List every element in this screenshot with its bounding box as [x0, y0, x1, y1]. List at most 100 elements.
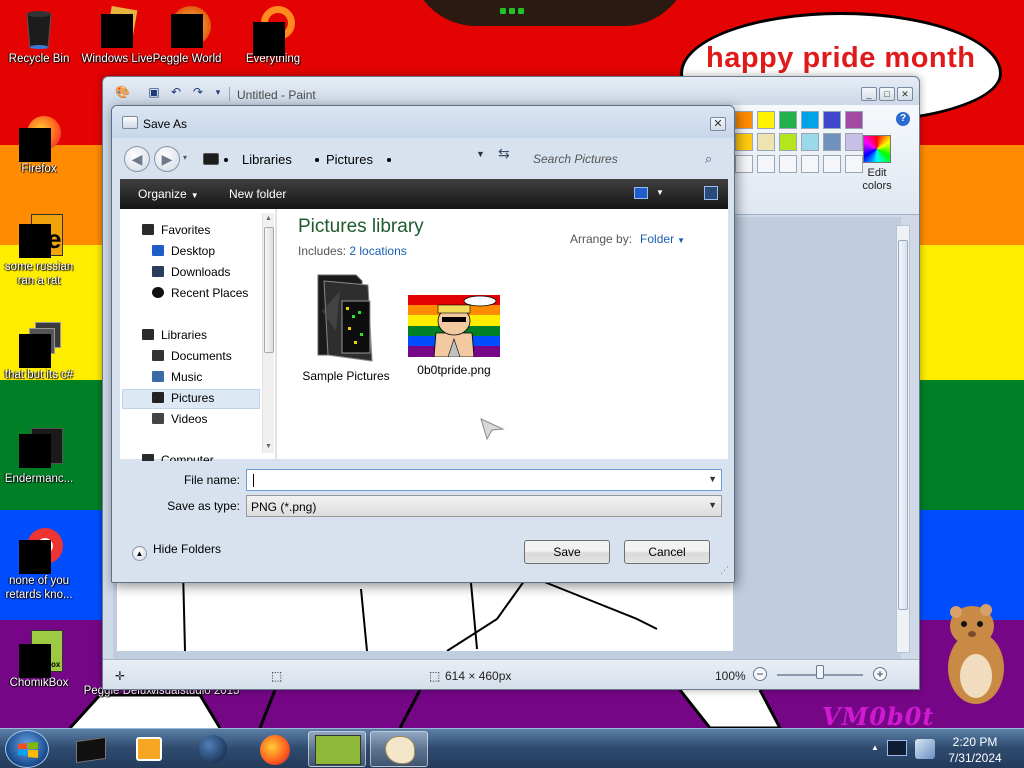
save-as-type-dropdown-icon[interactable]: ▼	[708, 500, 717, 510]
nav-item-recent-places[interactable]: Recent Places	[152, 286, 248, 300]
breadcrumb-pictures[interactable]: Pictures	[326, 152, 373, 167]
image-size-icon: ⬚	[429, 669, 441, 683]
search-icon[interactable]: ⌕	[705, 151, 712, 167]
color-swatch[interactable]	[757, 111, 775, 129]
paint-title-bar: 🎨 ▣ ↶ ↷ ▾ Untitled - Paint _ □ ✕	[103, 77, 919, 103]
nav-item-music[interactable]: Music	[152, 370, 202, 384]
color-swatch[interactable]	[735, 111, 753, 129]
edit-colors-button[interactable]: Edit colors	[855, 135, 899, 193]
desktop-icon-chomikbox[interactable]: ox ChomikBox	[0, 630, 78, 690]
recent-pages-chevron-icon[interactable]: ▾	[183, 153, 187, 162]
nav-item-desktop[interactable]: Desktop	[152, 244, 215, 258]
paint-app-icon[interactable]: 🎨	[115, 85, 130, 99]
network-icon[interactable]	[887, 740, 907, 756]
desktop-icon-recycle-bin[interactable]: Recycle Bin	[0, 6, 78, 66]
save-button[interactable]: Save	[524, 540, 610, 564]
resize-grip-icon[interactable]: ⋰	[720, 565, 729, 576]
redo-icon[interactable]: ↷	[191, 85, 205, 99]
color-swatch[interactable]	[801, 111, 819, 129]
quick-save-icon[interactable]: ▣	[147, 85, 161, 99]
desktop-icon-firefox[interactable]: Firefox	[0, 116, 78, 176]
vertical-scrollbar[interactable]	[896, 225, 910, 653]
desktop-icon-everything[interactable]: Everything	[234, 6, 312, 66]
file-name-dropdown-icon[interactable]: ▼	[708, 474, 717, 484]
taskbar-app-paint[interactable]	[370, 731, 428, 767]
dialog-close-button[interactable]: ✕	[710, 117, 726, 131]
minimize-button[interactable]: _	[861, 87, 877, 101]
empty-color-swatch[interactable]	[757, 155, 775, 173]
address-bar[interactable]: Libraries Pictures	[195, 145, 515, 173]
file-item-sample-pictures[interactable]: Sample Pictures	[291, 271, 401, 383]
taskbar-app-firefox[interactable]	[246, 731, 304, 767]
dialog-help-icon[interactable]	[704, 186, 718, 200]
color-swatch[interactable]	[735, 133, 753, 151]
nav-scrollbar[interactable]: ▲ ▼	[262, 213, 274, 453]
empty-color-swatch[interactable]	[823, 155, 841, 173]
locations-link[interactable]: 2 locations	[349, 244, 406, 258]
empty-color-swatch[interactable]	[779, 155, 797, 173]
organize-button[interactable]: Organize ▼	[138, 187, 199, 201]
desktop-icon-label: some russian ran a rat	[4, 261, 74, 287]
arrange-by-dropdown[interactable]: Folder	[640, 232, 674, 246]
address-dropdown-icon[interactable]: ▼	[476, 149, 485, 159]
nav-item-documents[interactable]: Documents	[152, 349, 232, 363]
pictures-icon	[152, 392, 164, 403]
scroll-up-icon[interactable]: ▲	[265, 215, 272, 222]
zoom-in-button[interactable]: +	[873, 667, 887, 681]
view-options-chevron-icon[interactable]: ▼	[656, 188, 664, 197]
hide-folders-button[interactable]: ▲ Hide Folders	[132, 542, 221, 561]
empty-color-swatch[interactable]	[735, 155, 753, 173]
color-swatch[interactable]	[823, 133, 841, 151]
desktop-icon-some-russian-ran-a-rat[interactable]: e some russian ran a rat	[0, 214, 78, 288]
scrollbar-thumb[interactable]	[898, 240, 908, 610]
color-swatch[interactable]	[757, 133, 775, 151]
scroll-down-icon[interactable]: ▼	[265, 443, 272, 450]
help-icon[interactable]: ?	[896, 112, 910, 126]
nav-item-favorites[interactable]: Favorites	[142, 223, 210, 237]
breadcrumb-libraries[interactable]: Libraries	[242, 152, 292, 167]
back-button[interactable]: ◀	[124, 146, 150, 172]
arrange-chevron-icon[interactable]: ▼	[677, 236, 685, 245]
refresh-icon[interactable]: ⇆	[498, 145, 510, 162]
close-button[interactable]: ✕	[897, 87, 913, 101]
search-box[interactable]: Search Pictures ⌕	[527, 145, 725, 173]
desktop-icon-windows-live[interactable]: Windows Live	[78, 5, 156, 66]
nav-item-pictures[interactable]: Pictures	[152, 391, 214, 405]
taskbar-app-chomikbox[interactable]	[308, 731, 366, 767]
file-item-0b0tpride[interactable]: 0b0tpride.png	[399, 271, 509, 377]
desktop-icon-none-of-you[interactable]: none of you retards kno...	[0, 528, 78, 602]
color-swatch[interactable]	[801, 133, 819, 151]
forward-button[interactable]: ▶	[154, 146, 180, 172]
start-button[interactable]	[5, 730, 49, 768]
desktop-icon-peggle-world[interactable]: Peggle World	[148, 6, 226, 66]
nav-item-videos[interactable]: Videos	[152, 412, 207, 426]
zoom-out-button[interactable]: −	[753, 667, 767, 681]
color-swatch[interactable]	[823, 111, 841, 129]
windows-logo-icon	[18, 742, 38, 758]
nav-item-libraries[interactable]: Libraries	[142, 328, 207, 342]
save-as-type-select[interactable]: PNG (*.png) ▼	[246, 495, 722, 517]
maximize-button[interactable]: □	[879, 87, 895, 101]
taskbar-app-globe[interactable]	[184, 731, 242, 767]
customize-quick-access-icon[interactable]: ▾	[211, 85, 225, 99]
nav-scroll-thumb[interactable]	[264, 227, 274, 353]
taskbar-app-media-player[interactable]	[120, 731, 178, 767]
new-folder-button[interactable]: New folder	[229, 187, 286, 201]
change-view-icon[interactable]	[634, 187, 648, 199]
file-name-input[interactable]: ▼	[246, 469, 722, 491]
show-hidden-icons-chevron-icon[interactable]: ▲	[871, 743, 879, 752]
taskbar-clock[interactable]: 2:20 PM 7/31/2024	[940, 734, 1010, 766]
color-swatch[interactable]	[779, 133, 797, 151]
videos-icon	[152, 413, 164, 424]
taskbar-app-cmd[interactable]	[62, 731, 120, 767]
desktop-icon-endermanc[interactable]: Endermanc...	[0, 426, 78, 486]
zoom-slider-thumb[interactable]	[816, 665, 824, 679]
nav-item-downloads[interactable]: Downloads	[152, 265, 230, 279]
volume-icon[interactable]	[915, 739, 935, 759]
desktop-icon-that-but-its-csharp[interactable]: that but its c#	[0, 322, 78, 382]
color-swatch[interactable]	[845, 111, 863, 129]
color-swatch[interactable]	[779, 111, 797, 129]
empty-color-swatch[interactable]	[801, 155, 819, 173]
cancel-button[interactable]: Cancel	[624, 540, 710, 564]
undo-icon[interactable]: ↶	[169, 85, 183, 99]
